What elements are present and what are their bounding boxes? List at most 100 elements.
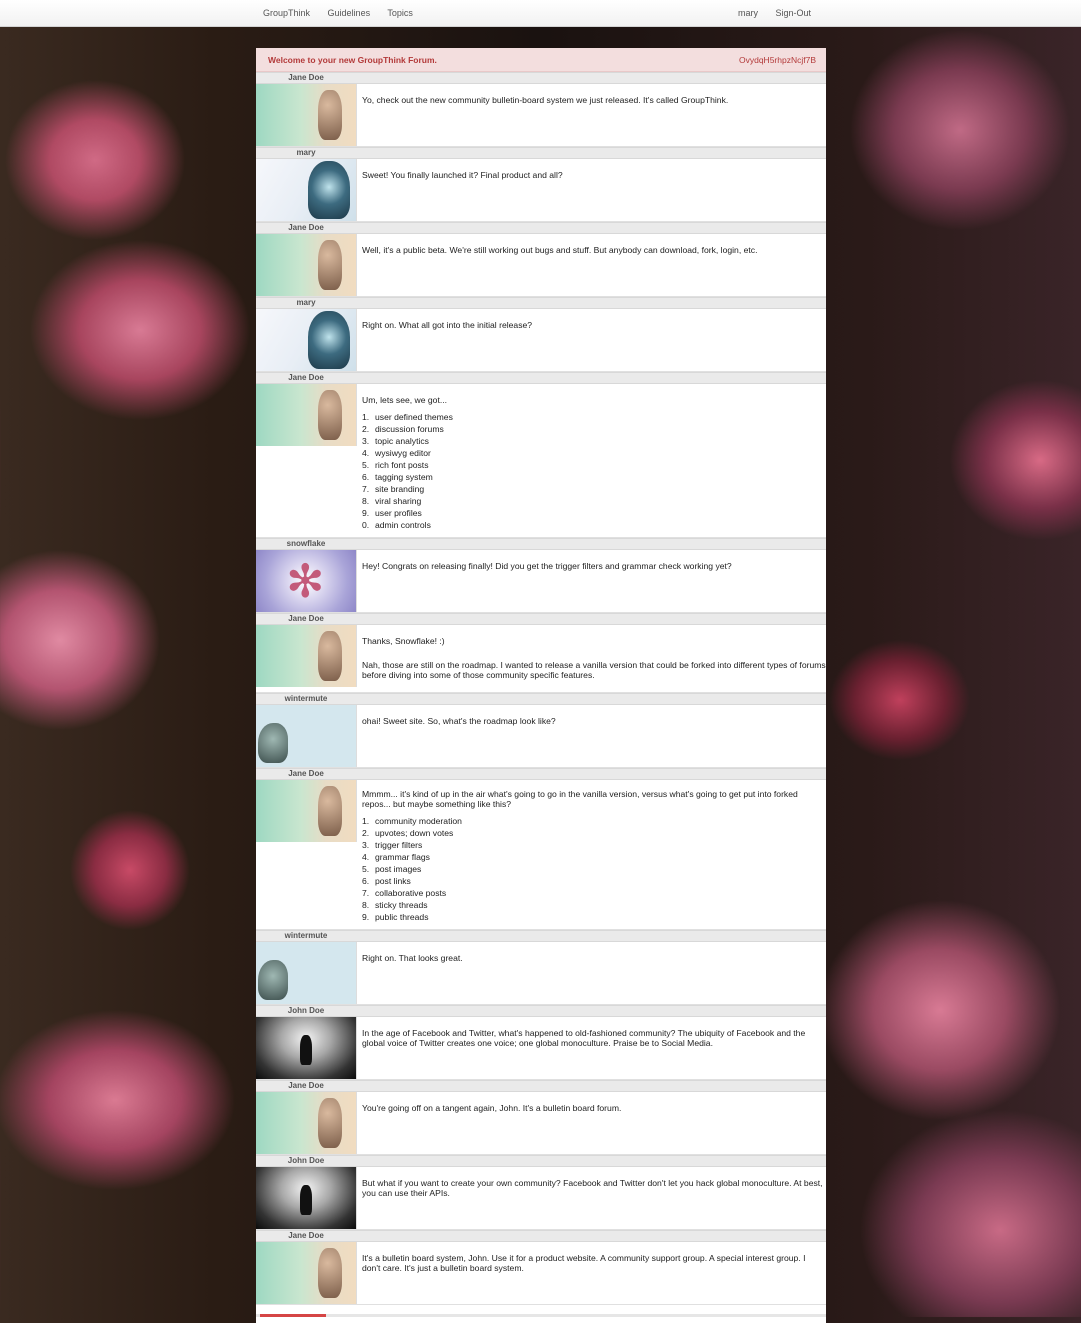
- avatar[interactable]: [256, 84, 357, 146]
- list-text: tagging system: [375, 472, 433, 482]
- avatar[interactable]: [256, 309, 357, 371]
- nav-user-link[interactable]: mary: [738, 8, 758, 18]
- list-text: community moderation: [375, 816, 462, 826]
- list-number: 2.: [362, 828, 370, 838]
- list-text: grammar flags: [375, 852, 430, 862]
- post-text: Um, lets see, we got...: [362, 395, 448, 405]
- avatar[interactable]: [256, 550, 357, 612]
- post-author[interactable]: Jane Doe: [256, 373, 356, 383]
- post-author[interactable]: Jane Doe: [256, 769, 356, 779]
- avatar[interactable]: [256, 780, 357, 842]
- list-text: trigger filters: [375, 840, 423, 850]
- roadmap-list: 1. community moderation 2. upvotes; down v…: [362, 815, 826, 923]
- post-content: In the age of Facebook and Twitter, what…: [357, 1017, 826, 1079]
- post-body: Well, it's a public beta. We're still wo…: [256, 234, 826, 297]
- list-number: 3.: [362, 840, 370, 850]
- post-header: mary: [256, 147, 826, 159]
- post-header: wintermute: [256, 693, 826, 705]
- post-header: snowflake: [256, 538, 826, 550]
- nav-guidelines-link[interactable]: Guidelines: [328, 8, 371, 18]
- avatar[interactable]: [256, 625, 357, 687]
- list-number: 3.: [362, 436, 370, 446]
- post-header: Jane Doe: [256, 372, 826, 384]
- welcome-code: OvydqH5rhpzNcjf7B: [738, 54, 816, 65]
- list-number: 0.: [362, 520, 370, 530]
- post-author[interactable]: Jane Doe: [256, 73, 356, 83]
- post-text: It's a bulletin board system, John. Use …: [362, 1253, 806, 1273]
- post-author[interactable]: John Doe: [256, 1156, 356, 1166]
- post-text: Thanks, Snowflake! :): [362, 636, 445, 646]
- list-item: 2. upvotes; down votes: [362, 827, 826, 839]
- avatar[interactable]: [256, 384, 357, 446]
- post-author[interactable]: wintermute: [256, 931, 356, 941]
- post: John Doe In the age of Facebook and Twit…: [256, 1005, 826, 1080]
- post-content: Well, it's a public beta. We're still wo…: [357, 234, 826, 296]
- list-item: 4. wysiwyg editor: [362, 447, 826, 459]
- list-text: user defined themes: [375, 412, 453, 422]
- post-body: Hey! Congrats on releasing finally! Did …: [256, 550, 826, 613]
- avatar[interactable]: [256, 1017, 357, 1079]
- post: Jane Doe Thanks, Snowflake! :) Nah, thos…: [256, 613, 826, 693]
- post: snowflake Hey! Congrats on releasing fin…: [256, 538, 826, 613]
- post-body: ohai! Sweet site. So, what's the roadmap…: [256, 705, 826, 768]
- post-text: Sweet! You finally launched it? Final pr…: [362, 170, 563, 180]
- post-author[interactable]: Jane Doe: [256, 223, 356, 233]
- avatar[interactable]: [256, 705, 357, 767]
- avatar[interactable]: [256, 159, 357, 221]
- nav-signout-link[interactable]: Sign-Out: [776, 8, 812, 18]
- list-text: collaborative posts: [375, 888, 447, 898]
- post-text: ohai! Sweet site. So, what's the roadmap…: [362, 716, 556, 726]
- feature-list: 1. user defined themes 2. discussion forum…: [362, 411, 826, 531]
- avatar[interactable]: [256, 1242, 357, 1304]
- post-text: You're going off on a tangent again, Joh…: [362, 1103, 622, 1113]
- list-text: discussion forums: [375, 424, 444, 434]
- post-author[interactable]: Jane Doe: [256, 1081, 356, 1091]
- forum-panel: Welcome to your new GroupThink Forum. Ov…: [256, 48, 826, 1323]
- post-author[interactable]: snowflake: [256, 539, 356, 549]
- post-author[interactable]: Jane Doe: [256, 614, 356, 624]
- list-text: public threads: [375, 912, 429, 922]
- post-header: Jane Doe: [256, 768, 826, 780]
- list-item: 8. sticky threads: [362, 899, 826, 911]
- post: Jane Doe Mmmm... it's kind of up in the …: [256, 768, 826, 930]
- post-author[interactable]: Jane Doe: [256, 1231, 356, 1241]
- post-content: Yo, check out the new community bulletin…: [357, 84, 826, 146]
- post-author[interactable]: wintermute: [256, 694, 356, 704]
- list-item: 9. public threads: [362, 911, 826, 923]
- list-item: 6. tagging system: [362, 471, 826, 483]
- list-text: viral sharing: [375, 496, 422, 506]
- post: Jane Doe Well, it's a public beta. We're…: [256, 222, 826, 297]
- welcome-title: Welcome to your new GroupThink Forum.: [268, 54, 437, 65]
- nav-groupthink-link[interactable]: GroupThink: [263, 8, 310, 18]
- avatar[interactable]: [256, 234, 357, 296]
- list-text: upvotes; down votes: [375, 828, 454, 838]
- post-content: Um, lets see, we got... 1. user defined t…: [357, 384, 826, 537]
- post-header: Jane Doe: [256, 222, 826, 234]
- list-number: 9.: [362, 508, 370, 518]
- post: Jane Doe Um, lets see, we got... 1. user …: [256, 372, 826, 538]
- list-text: site branding: [375, 484, 425, 494]
- post-author[interactable]: mary: [256, 148, 356, 158]
- post-header: mary: [256, 297, 826, 309]
- avatar[interactable]: [256, 1167, 357, 1229]
- post-text: Right on. What all got into the initial …: [362, 320, 533, 330]
- avatar[interactable]: [256, 942, 357, 1004]
- list-number: 7.: [362, 484, 370, 494]
- post: mary Right on. What all got into the ini…: [256, 297, 826, 372]
- post: Jane Doe You're going off on a tangent a…: [256, 1080, 826, 1155]
- list-number: 5.: [362, 864, 370, 874]
- post-body: Sweet! You finally launched it? Final pr…: [256, 159, 826, 222]
- post-body: Yo, check out the new community bulletin…: [256, 84, 826, 147]
- list-text: admin controls: [375, 520, 431, 530]
- list-number: 5.: [362, 460, 370, 470]
- avatar[interactable]: [256, 1092, 357, 1154]
- post-header: Jane Doe: [256, 1230, 826, 1242]
- post-text: Mmmm... it's kind of up in the air what'…: [362, 789, 798, 809]
- list-number: 7.: [362, 888, 370, 898]
- post-author[interactable]: mary: [256, 298, 356, 308]
- post-author[interactable]: John Doe: [256, 1006, 356, 1016]
- nav-topics-link[interactable]: Topics: [387, 8, 413, 18]
- list-item: 7. collaborative posts: [362, 887, 826, 899]
- list-item: 2. discussion forums: [362, 423, 826, 435]
- list-item: 3. topic analytics: [362, 435, 826, 447]
